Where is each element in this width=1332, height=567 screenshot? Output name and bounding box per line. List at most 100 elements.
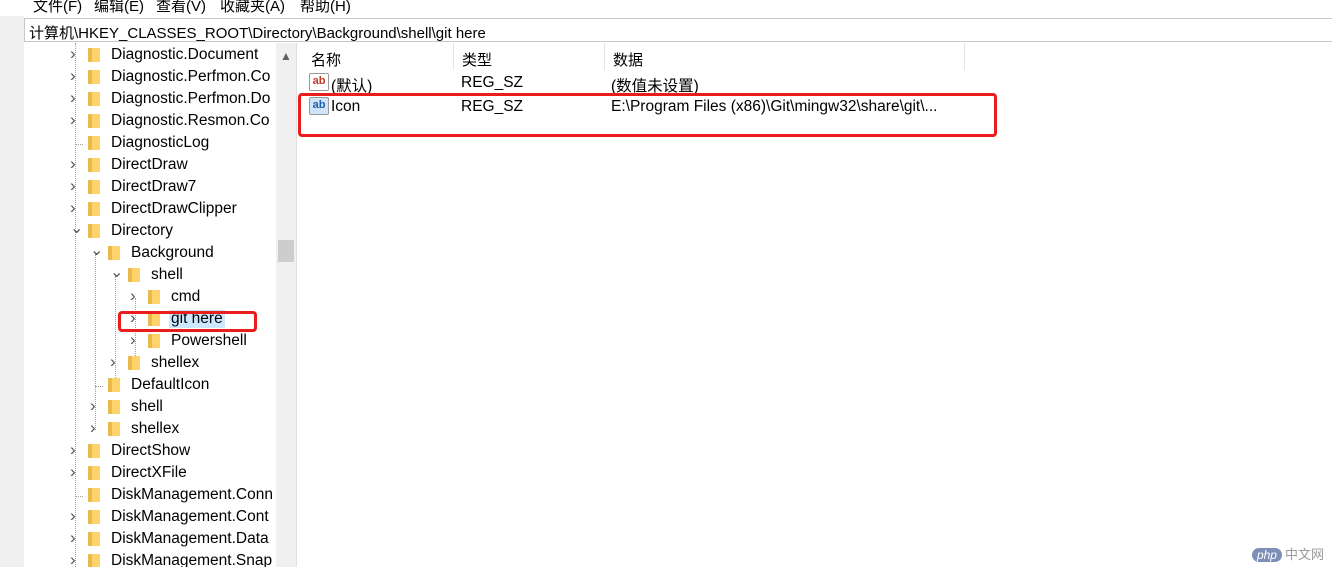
tree-item[interactable]: › DirectXFile xyxy=(24,462,276,485)
tree-item-label: DefaultIcon xyxy=(131,376,210,393)
tree-item-label: shellex xyxy=(151,354,200,371)
tree-item-label: DirectDraw xyxy=(111,156,188,173)
column-header-data[interactable]: 数据 xyxy=(605,43,965,70)
tree-item[interactable]: › DirectDraw xyxy=(24,154,276,177)
tree-item[interactable]: › DiskManagement.Data xyxy=(24,528,276,551)
watermark-text: 中文网 xyxy=(1284,547,1324,562)
folder-icon xyxy=(88,180,100,194)
folder-icon xyxy=(88,488,100,502)
tree-item-label: DiskManagement.Snap xyxy=(111,552,273,567)
menu-help[interactable]: 帮助(H) xyxy=(300,0,351,16)
tree-item[interactable]: ⌄ Directory xyxy=(24,218,276,243)
chevron-down-icon[interactable]: ⌄ xyxy=(70,218,83,237)
tree-item[interactable]: › DirectShow xyxy=(24,440,276,463)
tree-item[interactable]: › Diagnostic.Resmon.Co xyxy=(24,110,276,133)
tree-item[interactable]: › DiskManagement.Snap xyxy=(24,550,276,567)
menu-file[interactable]: 文件(F) xyxy=(33,0,82,16)
menu-view[interactable]: 查看(V) xyxy=(156,0,206,16)
scroll-up-icon[interactable]: ▲ xyxy=(280,49,292,63)
highlight-box-git-here xyxy=(118,311,257,332)
tree-item-label: DirectShow xyxy=(111,442,191,459)
folder-icon xyxy=(108,378,120,392)
tree-item[interactable]: › cmd xyxy=(24,286,276,309)
tree-item[interactable]: › shellex xyxy=(24,418,276,441)
tree-item[interactable]: › Diagnostic.Perfmon.Do xyxy=(24,88,276,111)
tree-item[interactable]: › DirectDrawClipper xyxy=(24,198,276,221)
tree-item-label: Background xyxy=(131,244,214,261)
chevron-right-icon[interactable]: › xyxy=(130,286,142,305)
watermark: php 中文网 xyxy=(1251,544,1324,563)
chevron-down-icon[interactable]: ⌄ xyxy=(90,240,103,259)
tree-item-label: cmd xyxy=(171,288,201,305)
chevron-right-icon[interactable]: › xyxy=(70,66,82,85)
chevron-right-icon[interactable]: › xyxy=(70,550,82,567)
menu-favorites[interactable]: 收藏夹(A) xyxy=(220,0,285,16)
chevron-right-icon[interactable]: › xyxy=(90,418,102,437)
chevron-right-icon[interactable]: › xyxy=(110,352,122,371)
chevron-right-icon[interactable]: › xyxy=(130,330,142,349)
ab-string-icon: ab xyxy=(309,73,329,91)
folder-icon xyxy=(88,224,100,238)
tree-scrollbar[interactable]: ▲ xyxy=(276,43,296,567)
tree-item[interactable]: › Diagnostic.Document xyxy=(24,44,276,67)
folder-icon xyxy=(88,48,100,62)
tree-guide-line xyxy=(95,386,103,388)
tree-item-label: DirectDrawClipper xyxy=(111,200,237,217)
scrollbar-thumb[interactable] xyxy=(278,240,294,262)
value-type: REG_SZ xyxy=(461,74,524,91)
registry-tree[interactable]: › Diagnostic.Document › Diagnostic.Perfmon.… xyxy=(24,43,276,567)
tree-item-label: shell xyxy=(151,266,183,283)
tree-item[interactable]: ⌄ shell xyxy=(24,262,276,287)
tree-guide-line xyxy=(75,144,83,146)
tree-item-label: DiagnosticLog xyxy=(111,134,210,151)
tree-item[interactable]: › DirectDraw7 xyxy=(24,176,276,199)
tree-item-label: shell xyxy=(131,398,163,415)
chevron-right-icon[interactable]: › xyxy=(70,44,82,63)
chevron-right-icon[interactable]: › xyxy=(70,88,82,107)
folder-icon xyxy=(88,114,100,128)
folder-icon xyxy=(88,554,100,567)
address-path[interactable]: 计算机\HKEY_CLASSES_ROOT\Directory\Backgrou… xyxy=(29,22,486,43)
chevron-right-icon[interactable]: › xyxy=(70,198,82,217)
column-header-name[interactable]: 名称 xyxy=(303,43,454,70)
tree-guide-line xyxy=(75,496,83,498)
tree-item-label: Powershell xyxy=(171,332,247,349)
folder-icon xyxy=(108,246,120,260)
tree-item[interactable]: › shellex xyxy=(24,352,276,375)
folder-icon xyxy=(88,202,100,216)
chevron-right-icon[interactable]: › xyxy=(70,176,82,195)
folder-icon xyxy=(88,92,100,106)
tree-item[interactable]: › DiskManagement.Cont xyxy=(24,506,276,529)
tree-item-label: Diagnostic.Perfmon.Co xyxy=(111,68,271,85)
menu-edit[interactable]: 编辑(E) xyxy=(94,0,144,16)
tree-item[interactable]: DiagnosticLog xyxy=(24,133,276,155)
value-row-default[interactable]: ab (默认) REG_SZ (数值未设置) xyxy=(303,71,1003,95)
folder-icon xyxy=(148,334,160,348)
tree-item[interactable]: › Diagnostic.Perfmon.Co xyxy=(24,66,276,89)
folder-icon xyxy=(108,400,120,414)
tree-item[interactable]: › Powershell xyxy=(24,330,276,353)
tree-item[interactable]: › shell xyxy=(24,396,276,419)
php-logo: php xyxy=(1251,548,1282,562)
tree-item-label: Directory xyxy=(111,222,174,239)
tree-item[interactable]: DefaultIcon xyxy=(24,375,276,397)
tree-item-label: DiskManagement.Data xyxy=(111,530,269,547)
chevron-right-icon[interactable]: › xyxy=(70,462,82,481)
tree-item[interactable]: ⌄ Background xyxy=(24,240,276,265)
chevron-right-icon[interactable]: › xyxy=(70,440,82,459)
chevron-down-icon[interactable]: ⌄ xyxy=(110,262,123,281)
folder-icon xyxy=(88,136,100,150)
folder-icon xyxy=(108,422,120,436)
chevron-right-icon[interactable]: › xyxy=(70,528,82,547)
chevron-right-icon[interactable]: › xyxy=(70,506,82,525)
folder-icon xyxy=(88,444,100,458)
folder-icon xyxy=(128,356,140,370)
chevron-right-icon[interactable]: › xyxy=(70,110,82,129)
address-bar[interactable]: 计算机\HKEY_CLASSES_ROOT\Directory\Backgrou… xyxy=(24,18,1332,42)
chevron-right-icon[interactable]: › xyxy=(90,396,102,415)
column-header-type[interactable]: 类型 xyxy=(454,43,605,70)
tree-item-label: Diagnostic.Resmon.Co xyxy=(111,112,270,129)
chevron-right-icon[interactable]: › xyxy=(70,154,82,173)
tree-item-label: DirectDraw7 xyxy=(111,178,197,195)
tree-item[interactable]: DiskManagement.Conn xyxy=(24,485,276,507)
